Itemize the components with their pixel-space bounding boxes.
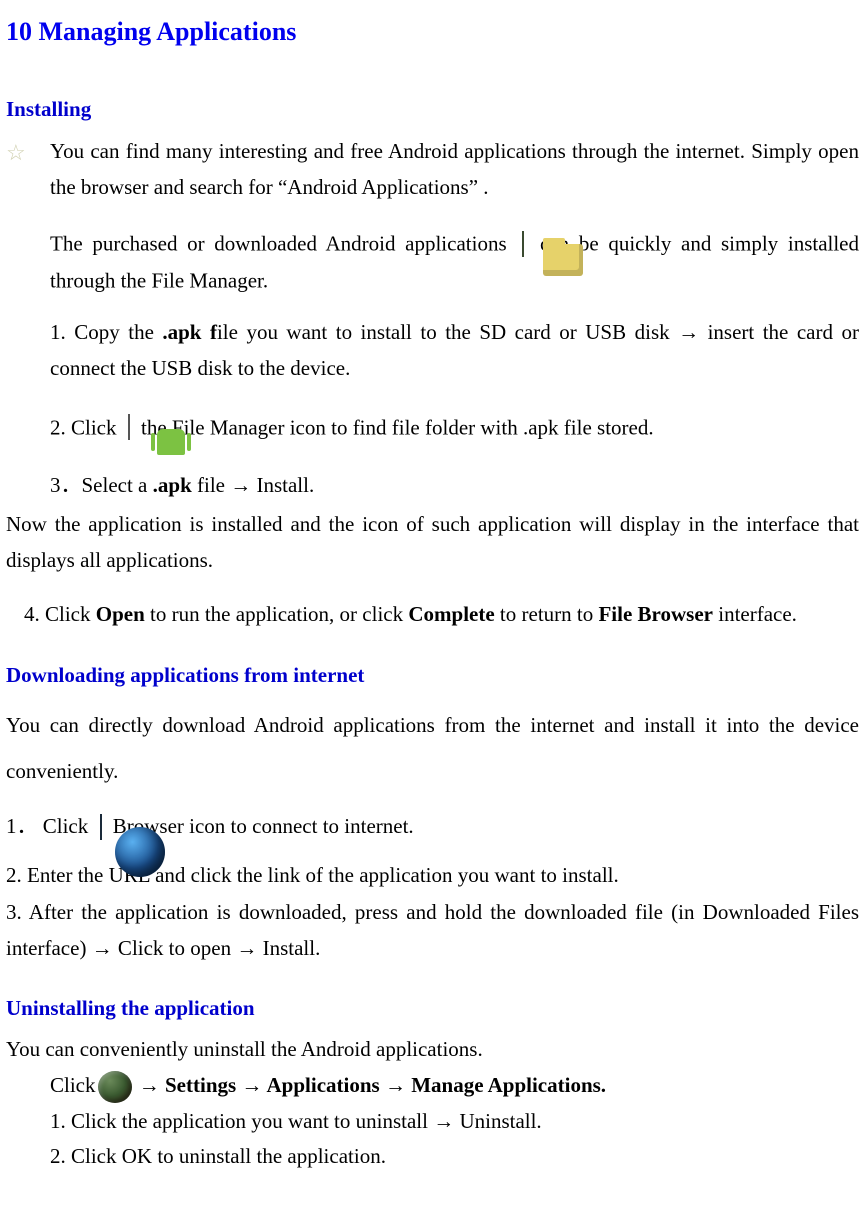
- folder-icon: [522, 227, 524, 263]
- installing-step-3: 3．Select a .apk file → Install.: [50, 468, 859, 504]
- uninstalling-heading: Uninstalling the application: [6, 991, 859, 1027]
- downloading-heading: Downloading applications from internet: [6, 658, 859, 694]
- settings-path-bold: → Settings → Applications → Manage Appli…: [134, 1073, 607, 1097]
- star-icon: ☆: [6, 134, 50, 171]
- downloading-step-1: 1． Click Browser icon to connect to inte…: [6, 809, 859, 846]
- text-segment: The purchased or downloaded Android appl…: [50, 232, 507, 256]
- text-segment: interface.: [713, 602, 797, 626]
- uninstalling-click-path: Click → Settings → Applications → Manage…: [50, 1068, 859, 1104]
- browser-icon: [100, 810, 102, 846]
- installing-step-1: 1. Copy the .apk file you want to instal…: [50, 315, 859, 386]
- text-segment: file → Install.: [192, 473, 314, 497]
- uninstalling-step-2: 2. Click OK to uninstall the application…: [50, 1139, 859, 1175]
- installing-step-3-after: Now the application is installed and the…: [6, 507, 859, 578]
- text-segment: 4. Click: [24, 602, 96, 626]
- text-segment: 2. Click: [50, 415, 117, 439]
- downloading-step-3: 3. After the application is downloaded, …: [6, 895, 859, 966]
- installing-step-2: 2. Click the File Manager icon to find f…: [50, 409, 859, 446]
- installing-star-item: ☆ You can find many interesting and free…: [6, 134, 859, 205]
- open-bold: Open: [96, 602, 145, 626]
- file-browser-bold: File Browser: [598, 602, 713, 626]
- text-segment: to return to: [495, 602, 599, 626]
- installing-line-2: The purchased or downloaded Android appl…: [50, 225, 859, 299]
- text-segment: 1． Click: [6, 814, 88, 838]
- text-segment: 3．Select a: [50, 473, 153, 497]
- downloading-intro: You can directly download Android applic…: [6, 702, 859, 794]
- text-segment: to run the application, or click: [145, 602, 409, 626]
- apk-bold: .apk f: [162, 320, 217, 344]
- installing-star-text: You can find many interesting and free A…: [50, 134, 859, 205]
- page-title: 10 Managing Applications: [6, 10, 859, 54]
- uninstalling-intro: You can conveniently uninstall the Andro…: [6, 1032, 859, 1068]
- settings-globe-icon: [98, 1071, 132, 1103]
- installing-step-4: 4. Click Open to run the application, or…: [24, 597, 859, 633]
- uninstalling-step-1: 1. Click the application you want to uni…: [50, 1104, 859, 1140]
- text-segment: the File Manager icon to find file folde…: [141, 415, 654, 439]
- installing-heading: Installing: [6, 92, 859, 128]
- apk-bold-2: .apk: [153, 473, 192, 497]
- complete-bold: Complete: [408, 602, 494, 626]
- text-segment: Click: [50, 1073, 96, 1097]
- text-segment: 1. Copy the: [50, 320, 162, 344]
- file-manager-icon: [128, 410, 130, 446]
